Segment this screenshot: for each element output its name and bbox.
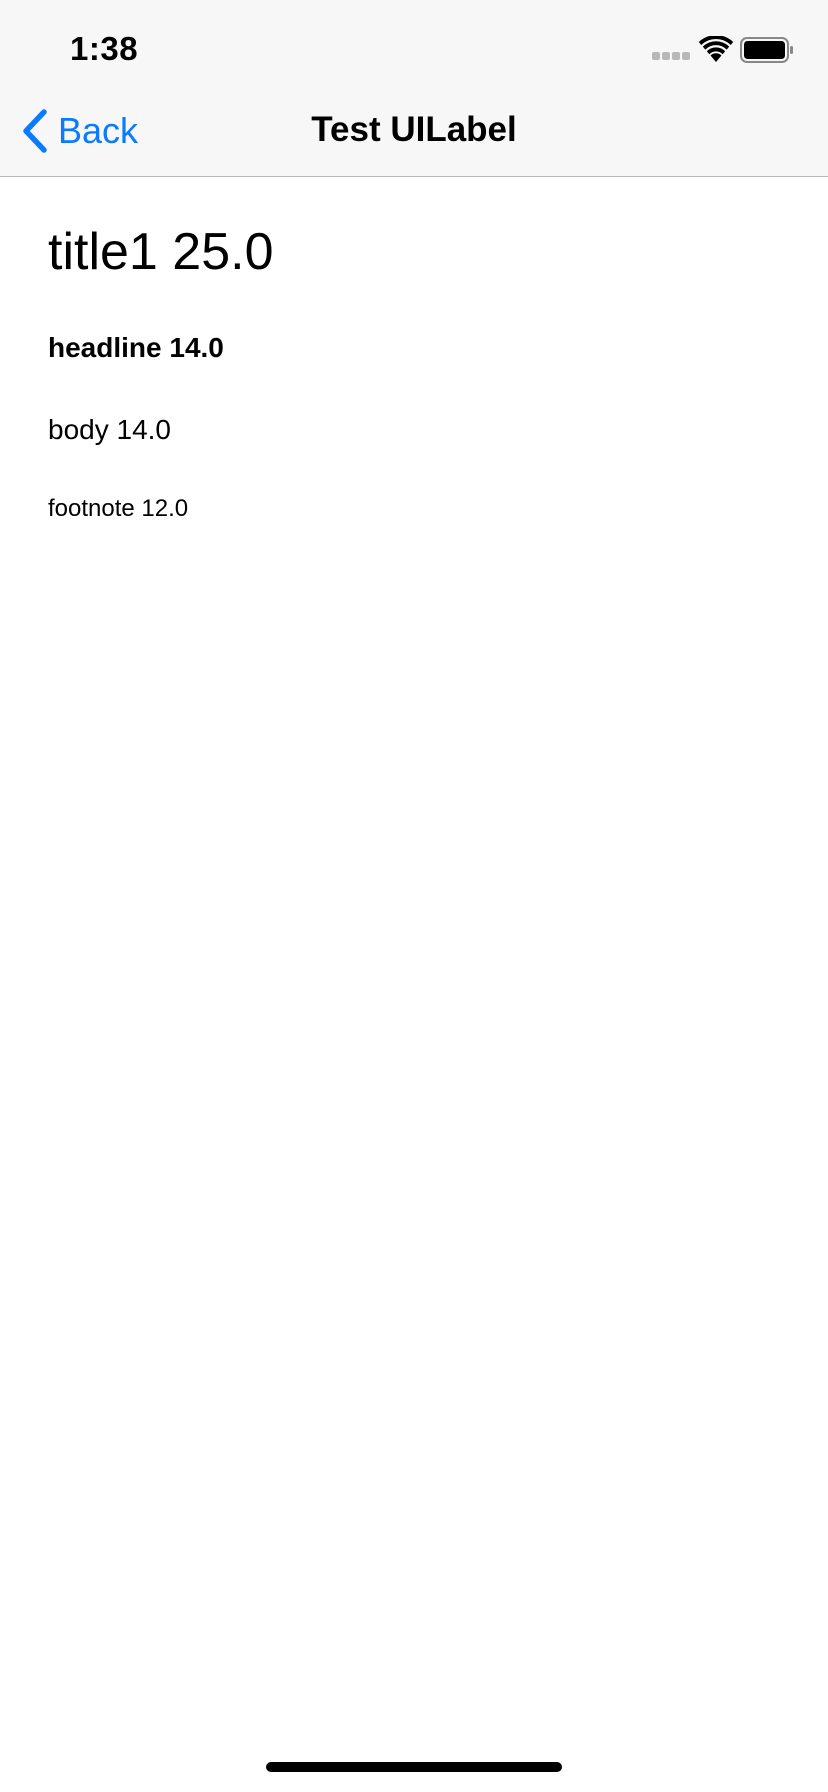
headline-label: headline 14.0 (48, 332, 224, 363)
home-indicator[interactable] (266, 1762, 562, 1772)
title1-label: title1 25.0 (48, 223, 274, 281)
battery-icon (740, 37, 793, 63)
page-title: Test UILabel (311, 110, 517, 149)
navigation-header: 1:38 Back Test UILabel (0, 0, 828, 177)
cellular-signal-icon (652, 52, 692, 62)
status-time: 1:38 (70, 30, 139, 67)
footnote-label: footnote 12.0 (48, 495, 189, 522)
wifi-icon (698, 36, 734, 62)
body-label: body 14.0 (48, 414, 171, 445)
